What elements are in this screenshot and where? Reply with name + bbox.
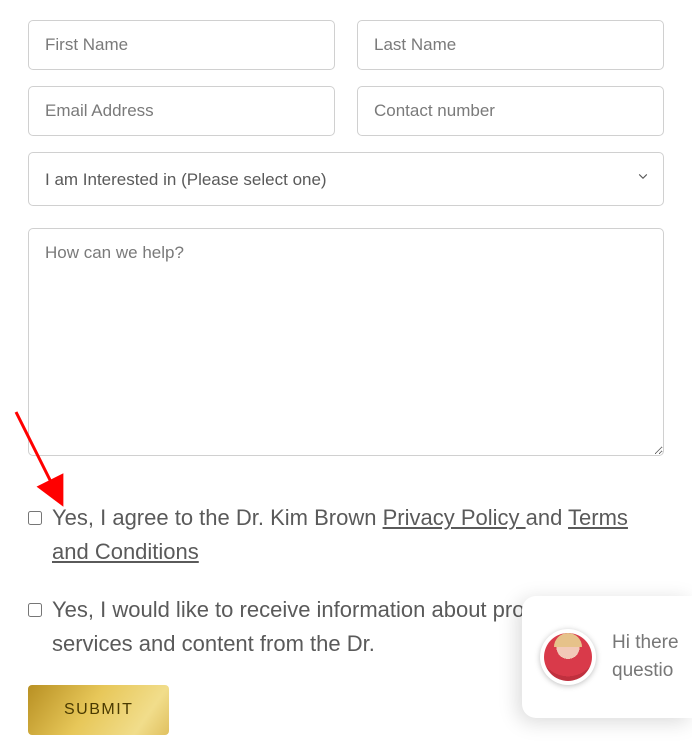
chat-widget[interactable]: Hi there questio — [522, 596, 692, 718]
avatar — [540, 629, 596, 685]
privacy-consent-label: Yes, I agree to the Dr. Kim Brown Privac… — [52, 501, 664, 569]
contact-number-field[interactable] — [357, 86, 664, 136]
interest-select[interactable]: I am Interested in (Please select one) — [28, 152, 664, 206]
submit-button[interactable]: SUBMIT — [28, 685, 169, 735]
marketing-consent-checkbox[interactable] — [28, 603, 42, 617]
chat-greeting: Hi there questio — [612, 629, 679, 686]
first-name-field[interactable] — [28, 20, 335, 70]
privacy-consent-checkbox[interactable] — [28, 511, 42, 525]
privacy-policy-link[interactable]: Privacy Policy — [383, 505, 526, 530]
email-field[interactable] — [28, 86, 335, 136]
last-name-field[interactable] — [357, 20, 664, 70]
help-textarea[interactable] — [28, 228, 664, 456]
privacy-consent-row[interactable]: Yes, I agree to the Dr. Kim Brown Privac… — [28, 501, 664, 569]
